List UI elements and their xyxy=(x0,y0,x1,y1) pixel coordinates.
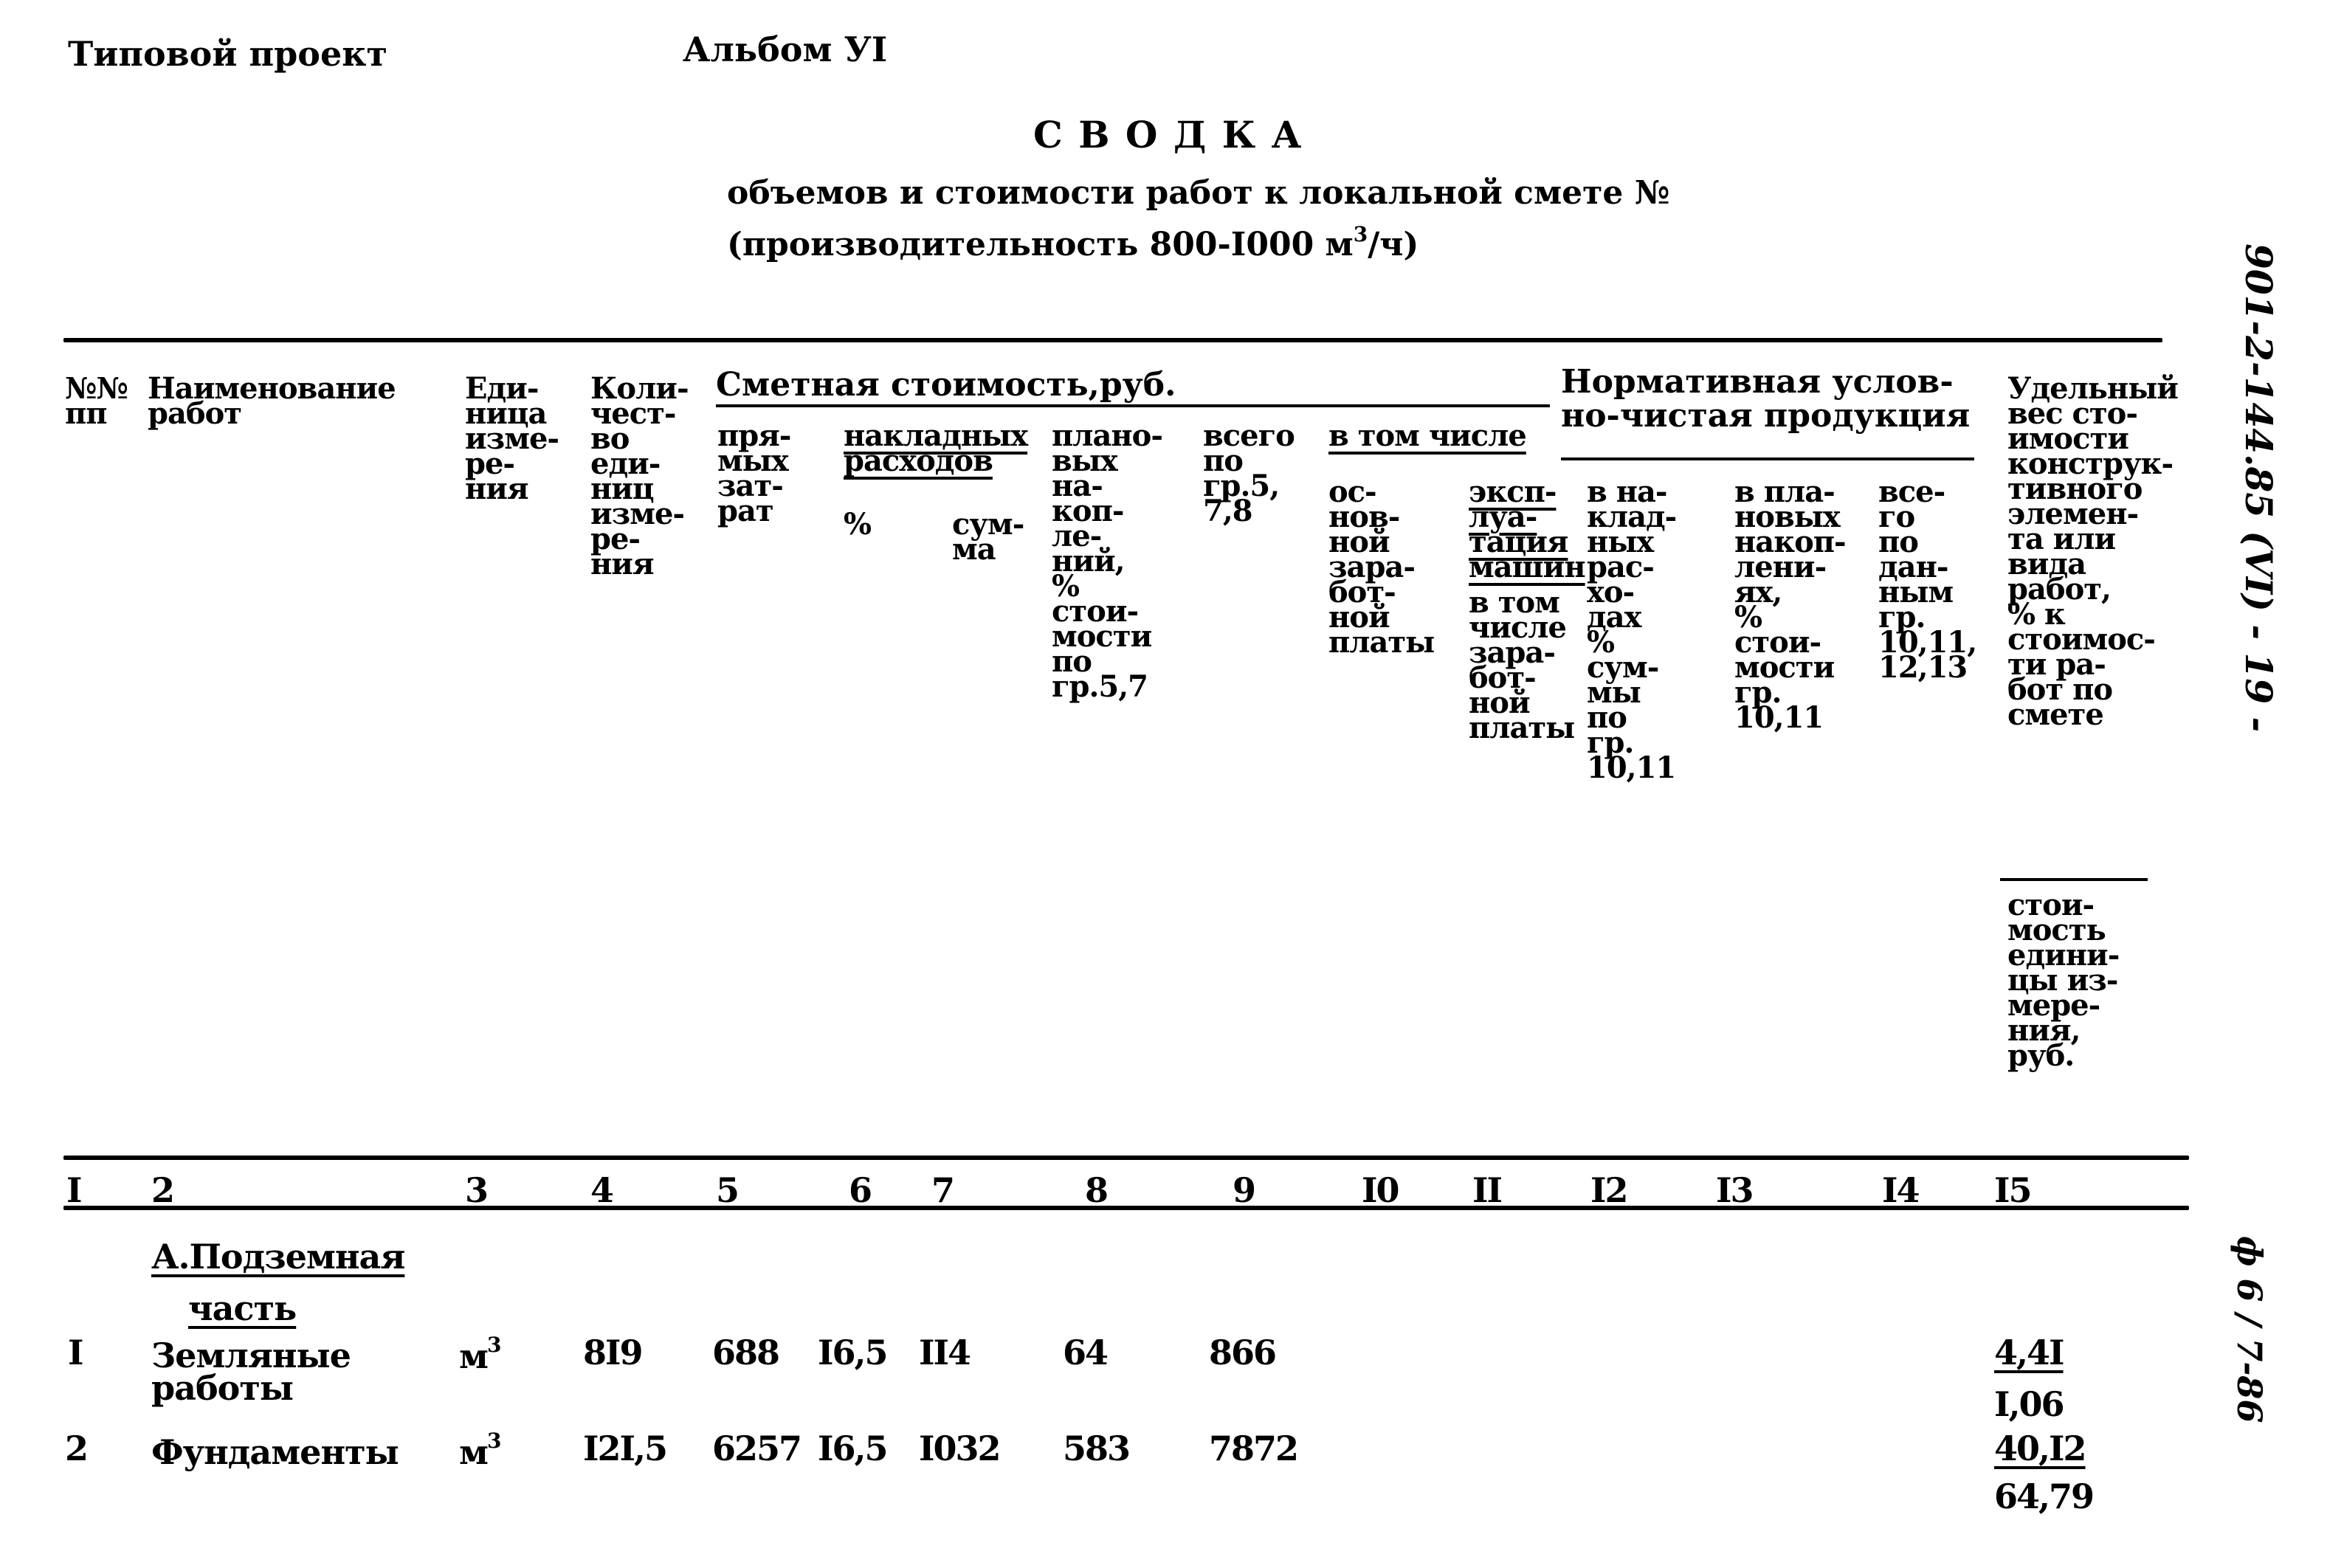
header-group-overhead: накладных расходов xyxy=(844,418,1028,478)
row-share-pct: 4,4I xyxy=(1994,1333,2065,1372)
table-top-rule-right xyxy=(2089,338,2162,342)
column-number: 3 xyxy=(465,1170,489,1210)
column-number: 2 xyxy=(151,1170,175,1210)
header-col-unit: Еди- ница изме- ре- ния xyxy=(465,371,559,506)
header-col-specific-weight: Удельный вес сто- имости конструк- тивно… xyxy=(2007,371,2179,732)
header-group-including: в том числе xyxy=(1328,418,1527,453)
header-col-normative-overhead: в на- клад- ных рас- хо- дах % сум- мы п… xyxy=(1587,474,1677,785)
column-number: I2 xyxy=(1590,1170,1629,1210)
section-heading-line1: А.Подземная xyxy=(151,1237,405,1277)
header-col-base-wages: ос- нов- ной зара- бот- ной платы xyxy=(1328,474,1435,660)
row-work-name: Фундаменты xyxy=(151,1432,399,1472)
row-overhead-pct: I6,5 xyxy=(818,1429,889,1468)
row-work-name: Земляные работы xyxy=(151,1336,351,1408)
row-number: 2 xyxy=(65,1429,89,1468)
row-share-pct: 40,I2 xyxy=(1994,1429,2087,1468)
productivity-suffix: /ч) xyxy=(1368,226,1419,263)
unit-text: м xyxy=(459,1336,489,1376)
header-col-quantity: Коли- чест- во еди- ниц изме- ре- ния xyxy=(590,371,689,581)
header-group-normative-line1: Нормативная услов- xyxy=(1561,363,1954,401)
header-col-overhead-sum: сум- ма xyxy=(952,507,1024,567)
column-number: 5 xyxy=(716,1170,740,1210)
column-numbers-bottom-rule xyxy=(63,1206,2189,1210)
productivity-text: (производительность 800-I000 м xyxy=(727,226,1354,263)
column-number: 4 xyxy=(590,1170,614,1210)
column-number: I5 xyxy=(1994,1170,2033,1210)
header-bottom-rule xyxy=(63,1156,2189,1160)
album-label: Альбом УI xyxy=(683,30,888,69)
table-top-rule xyxy=(63,338,2108,342)
margin-note-project-code: 901-2-144.85 (VI) - 19 - xyxy=(2237,244,2281,733)
header-col-number: №№ пп xyxy=(65,371,128,431)
column-number: II xyxy=(1472,1170,1503,1210)
project-type-label: Типовой проект xyxy=(68,34,387,74)
row-unit-cost: 64,79 xyxy=(1994,1477,2095,1516)
header-group-normative-line2: но-чистая продукция xyxy=(1561,397,1971,435)
row-overhead-sum: I032 xyxy=(919,1429,1002,1468)
row-direct-costs: 6257 xyxy=(712,1429,802,1468)
row-unit-cost: I,06 xyxy=(1994,1384,2065,1424)
header-col-normative-total: все- го по дан- ным гр. 10,11, 12,13 xyxy=(1878,474,1977,685)
productivity-sup: 3 xyxy=(1353,222,1368,246)
productivity-note: (производительность 800-I000 м3/ч) xyxy=(727,224,1419,263)
column-number: 8 xyxy=(1085,1170,1109,1210)
row-overhead-sum: II4 xyxy=(919,1333,971,1372)
row-quantity: 8I9 xyxy=(583,1333,644,1372)
row-unit: м3 xyxy=(459,1431,502,1472)
header-col-normative-planned: в пла- новых накоп- лени- ях, % стои- мо… xyxy=(1734,474,1847,735)
header-col-name: Наименование работ xyxy=(148,371,396,431)
header-col-machine-wages: в том числе зара- бот- ной платы xyxy=(1469,585,1575,745)
column-number: 9 xyxy=(1233,1170,1256,1210)
column-number: I3 xyxy=(1716,1170,1754,1210)
group-cost-rule xyxy=(716,404,1550,407)
row-direct-costs: 688 xyxy=(712,1333,780,1372)
row-total: 7872 xyxy=(1209,1429,1299,1468)
row-overhead-pct: I6,5 xyxy=(818,1333,889,1372)
row-number: I xyxy=(68,1333,83,1372)
col15-divider-rule xyxy=(2000,878,2148,881)
row-planned-savings: 583 xyxy=(1063,1429,1131,1468)
unit-sup: 3 xyxy=(486,1333,502,1357)
unit-sup: 3 xyxy=(486,1429,502,1453)
group-normative-rule xyxy=(1561,457,1974,460)
row-total: 866 xyxy=(1209,1333,1277,1372)
column-number: I0 xyxy=(1362,1170,1400,1210)
column-number: I4 xyxy=(1882,1170,1920,1210)
header-col-direct-costs: пря- мых зат- рат xyxy=(717,418,791,528)
margin-note-inventory: ф 6 / 7-86 xyxy=(2230,1236,2269,1423)
header-col-total: всего по гр.5, 7,8 xyxy=(1203,418,1295,528)
row-planned-savings: 64 xyxy=(1063,1333,1109,1372)
row-quantity: I2I,5 xyxy=(583,1429,668,1468)
column-number: 6 xyxy=(849,1170,872,1210)
row-unit: м3 xyxy=(459,1335,502,1376)
header-col-planned-savings: плано- вых на- коп- ле- ний, % стои- мос… xyxy=(1052,418,1163,704)
section-heading-line2: часть xyxy=(188,1288,297,1328)
unit-text: м xyxy=(459,1432,489,1472)
column-number: I xyxy=(66,1170,82,1210)
header-col-machine-operation: эксп- луа- тация машин xyxy=(1469,474,1586,584)
column-number: 7 xyxy=(931,1170,955,1210)
header-col-overhead-pct: % xyxy=(844,507,872,542)
document-subtitle: объемов и стоимости работ к локальной см… xyxy=(727,174,1670,212)
header-group-estimated-cost: Сметная стоимость,руб. xyxy=(716,366,1176,404)
header-col-unit-cost: стои- мость едини- цы из- мере- ния, руб… xyxy=(2007,888,2120,1073)
document-title: С В О Д К А xyxy=(1033,113,1303,156)
